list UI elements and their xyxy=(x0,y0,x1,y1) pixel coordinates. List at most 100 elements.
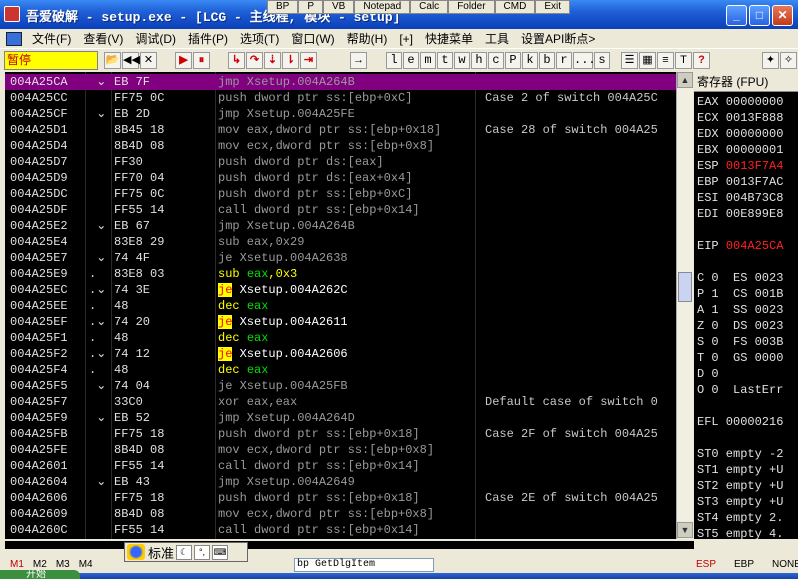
disasm-row[interactable]: 004A25E7 ⌄ 74 4F je Xsetup.004A2638 xyxy=(5,250,676,266)
pause-icon[interactable]: ⏸ xyxy=(193,52,210,69)
window-button-10[interactable]: r xyxy=(556,52,572,69)
grid-icon[interactable]: ▦ xyxy=(639,52,656,69)
register-line[interactable]: EBP 0013F7AC xyxy=(697,174,783,190)
list-icon[interactable]: ☰ xyxy=(621,52,638,69)
menu-item-3[interactable]: 插件(P) xyxy=(182,30,234,47)
menu-item-9[interactable]: 工具 xyxy=(479,30,515,47)
register-line[interactable]: C 0 ES 0023 xyxy=(697,270,783,286)
ext-tool-folder-button[interactable]: Folder xyxy=(448,0,495,14)
ext-tool-vb-button[interactable]: VB xyxy=(323,0,355,14)
menu-item-2[interactable]: 调试(D) xyxy=(129,30,182,47)
register-line[interactable]: ST4 empty 2. xyxy=(697,510,783,526)
options-icon[interactable]: ≡ xyxy=(657,52,674,69)
maximize-button[interactable]: □ xyxy=(749,5,770,26)
plugin-icon[interactable]: ✦ xyxy=(762,52,779,69)
trace-over-icon[interactable]: ⇂ xyxy=(282,52,299,69)
ext-tool-p-button[interactable]: P xyxy=(298,0,324,14)
disasm-row[interactable]: 004A2606 FF75 18 push dword ptr ss:[ebp+0x… xyxy=(5,490,676,506)
register-line[interactable]: EAX 00000000 xyxy=(697,94,783,110)
register-line[interactable]: O 0 LastErr xyxy=(697,382,783,398)
app-icon[interactable] xyxy=(4,6,20,22)
disasm-row[interactable]: 004A25D7 FF30 push dword ptr ds:[eax] xyxy=(5,154,676,170)
execute-till-return-icon[interactable]: ⇥ xyxy=(300,52,317,69)
close-button[interactable]: ✕ xyxy=(772,5,793,26)
menu-item-10[interactable]: 设置API断点> xyxy=(515,30,601,47)
disasm-row[interactable]: 004A25FE 8B4D 08 mov ecx,dword ptr ss:[ebp… xyxy=(5,442,676,458)
disasm-row[interactable]: 004A25D1 8B45 18 mov eax,dword ptr ss:[ebp… xyxy=(5,122,676,138)
menu-item-8[interactable]: 快捷菜单 xyxy=(419,30,479,47)
module-icon[interactable] xyxy=(6,31,22,46)
disasm-row[interactable]: 004A25E4 83E8 29 sub eax,0x29 xyxy=(5,234,676,250)
menu-item-0[interactable]: 文件(F) xyxy=(26,30,77,47)
register-line[interactable]: EBX 00000001 xyxy=(697,142,783,158)
register-line[interactable]: A 1 SS 0023 xyxy=(697,302,783,318)
ime-toolbar[interactable]: 标准 ☾ °, ⌨ xyxy=(124,542,248,562)
disasm-row[interactable]: 004A25DC FF75 0C push dword ptr ss:[ebp+0x… xyxy=(5,186,676,202)
ext-tool-exit-button[interactable]: Exit xyxy=(535,0,570,14)
font-icon[interactable]: T xyxy=(675,52,692,69)
command-input[interactable]: bp GetDlgItem xyxy=(294,558,434,572)
register-line[interactable]: ST3 empty +U xyxy=(697,494,783,510)
ext-tool-cmd-button[interactable]: CMD xyxy=(494,0,536,14)
disasm-row[interactable]: 004A25CC FF75 0C push dword ptr ss:[ebp+0x… xyxy=(5,90,676,106)
window-button-5[interactable]: h xyxy=(471,52,487,69)
register-line[interactable]: P 1 CS 001B xyxy=(697,286,783,302)
register-line[interactable]: EDX 00000000 xyxy=(697,126,783,142)
disasm-row[interactable]: 004A25FB FF75 18 push dword ptr ss:[ebp+0x… xyxy=(5,426,676,442)
register-line[interactable]: D 0 xyxy=(697,366,719,382)
disasm-row[interactable]: 004A25F2 .⌄ 74 12 je Xsetup.004A2606 xyxy=(5,346,676,362)
window-button-8[interactable]: k xyxy=(522,52,538,69)
disasm-row[interactable]: 004A2609 8B4D 08 mov ecx,dword ptr ss:[ebp… xyxy=(5,506,676,522)
register-line[interactable]: EDI 00E899E8 xyxy=(697,206,783,222)
register-line[interactable]: ST0 empty -2 xyxy=(697,446,783,462)
disasm-row[interactable]: 004A25F1. 48 dec eax xyxy=(5,330,676,346)
minimize-button[interactable]: _ xyxy=(726,5,747,26)
window-button-7[interactable]: P xyxy=(505,52,521,69)
menu-item-7[interactable]: [+] xyxy=(393,32,419,46)
register-line[interactable]: T 0 GS 0000 xyxy=(697,350,783,366)
run-icon[interactable]: ▶ xyxy=(175,52,192,69)
window-button-1[interactable]: e xyxy=(403,52,419,69)
menu-item-5[interactable]: 窗口(W) xyxy=(285,30,340,47)
window-button-9[interactable]: b xyxy=(539,52,555,69)
disasm-row[interactable]: 004A25E9. 83E8 03 sub eax,0x3 xyxy=(5,266,676,282)
ext-tool-calc-button[interactable]: Calc xyxy=(410,0,449,14)
disasm-row[interactable]: 004A25F5 ⌄ 74 04 je Xsetup.004A25FB xyxy=(5,378,676,394)
disasm-row[interactable]: 004A2601 FF55 14 call dword ptr ss:[ebp+0x… xyxy=(5,458,676,474)
ime-mode-label[interactable]: 标准 xyxy=(148,543,174,562)
menu-item-4[interactable]: 选项(T) xyxy=(234,30,285,47)
restart-icon[interactable]: ◀◀ xyxy=(122,52,140,69)
disasm-row[interactable]: 004A25DF FF55 14 call dword ptr ss:[ebp+0x… xyxy=(5,202,676,218)
disasm-row[interactable]: 004A25CF ⌄ EB 2D jmp Xsetup.004A25FE xyxy=(5,106,676,122)
memory-tab-m3[interactable]: M3 xyxy=(56,559,70,570)
register-line[interactable]: ST5 empty 4. xyxy=(697,526,783,539)
window-button-0[interactable]: l xyxy=(386,52,402,69)
step-over-icon[interactable]: ↷ xyxy=(246,52,263,69)
open-icon[interactable]: 📂 xyxy=(104,52,121,69)
plugin2-icon[interactable]: ✧ xyxy=(780,52,797,69)
register-line[interactable]: EIP 004A25CA xyxy=(697,238,783,254)
window-button-2[interactable]: m xyxy=(420,52,436,69)
disasm-row[interactable]: 004A25CA ⌄ EB 7F jmp Xsetup.004A264B xyxy=(5,74,676,90)
register-line[interactable]: ESP 0013F7A4 xyxy=(697,158,783,174)
registers-header[interactable]: 寄存器 (FPU) xyxy=(694,72,798,92)
menu-item-6[interactable]: 帮助(H) xyxy=(341,30,394,47)
help-icon[interactable]: ? xyxy=(693,52,710,69)
window-button-4[interactable]: w xyxy=(454,52,470,69)
disasm-row[interactable]: 004A25E2 ⌄ EB 67 jmp Xsetup.004A264B xyxy=(5,218,676,234)
step-into-icon[interactable]: ↳ xyxy=(228,52,245,69)
register-line[interactable]: ECX 0013F888 xyxy=(697,110,783,126)
keyboard-icon[interactable]: ⌨ xyxy=(212,544,229,560)
dump-pane-top[interactable] xyxy=(5,541,694,549)
registers-pane[interactable]: 寄存器 (FPU) EAX 00000000 ECX 0013F888 EDX 00… xyxy=(694,72,798,539)
stack-label-esp[interactable]: ESP xyxy=(696,559,716,570)
register-line[interactable]: ESI 004B73C8 xyxy=(697,190,783,206)
disasm-row[interactable]: 004A25D4 8B4D 08 mov ecx,dword ptr ss:[ebp… xyxy=(5,138,676,154)
window-button-11[interactable]: ... xyxy=(573,52,596,69)
disassembly-scrollbar[interactable]: ▲ ▼ xyxy=(676,72,693,539)
go-to-icon[interactable]: → xyxy=(350,52,367,69)
punctuation-icon[interactable]: °, xyxy=(194,544,211,560)
memory-tab-m2[interactable]: M2 xyxy=(33,559,47,570)
disasm-row[interactable]: 004A25F9 ⌄ EB 52 jmp Xsetup.004A264D xyxy=(5,410,676,426)
window-button-3[interactable]: t xyxy=(437,52,453,69)
